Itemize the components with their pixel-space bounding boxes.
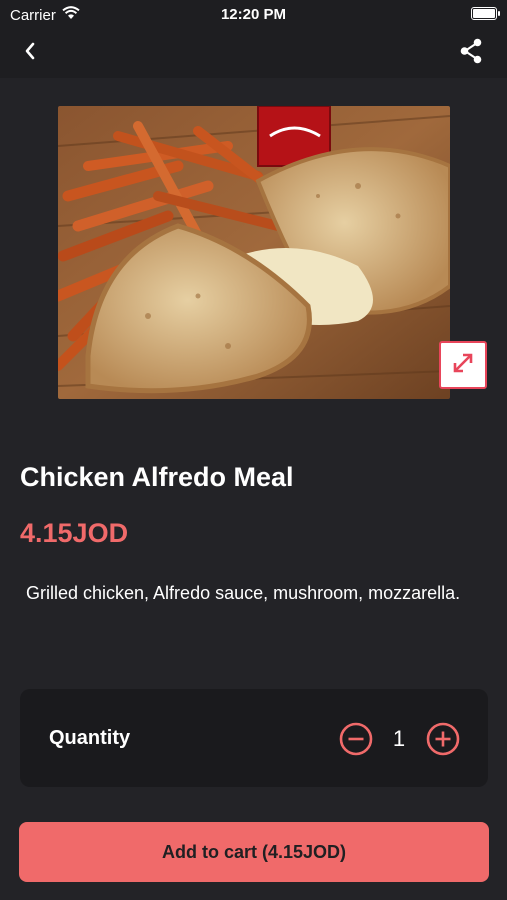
status-time: 12:20 PM [220,6,287,23]
product-image [58,106,450,399]
quantity-card: Quantity 1 [20,689,488,787]
product-title: Chicken Alfredo Meal [20,462,294,492]
minus-circle-icon [339,722,373,760]
chevron-left-icon [24,42,36,65]
nav-bar [0,28,507,78]
quantity-value: 1 [392,726,406,751]
share-icon [459,38,483,69]
status-bar: Carrier 12:20 PM [0,0,507,28]
expand-image-button[interactable] [439,341,487,389]
plus-circle-icon [426,722,460,760]
back-button[interactable] [14,38,46,68]
battery-icon [471,7,500,20]
add-to-cart-button[interactable]: Add to cart (4.15JOD) [19,822,489,882]
expand-arrows-icon [451,351,475,380]
share-button[interactable] [455,38,487,68]
quantity-label: Quantity [49,727,131,749]
increase-quantity-button[interactable] [426,722,460,756]
product-price: 4.15JOD [20,518,129,548]
decrease-quantity-button[interactable] [339,722,373,756]
product-description: Grilled chicken, Alfredo sauce, mushroom… [26,583,461,603]
